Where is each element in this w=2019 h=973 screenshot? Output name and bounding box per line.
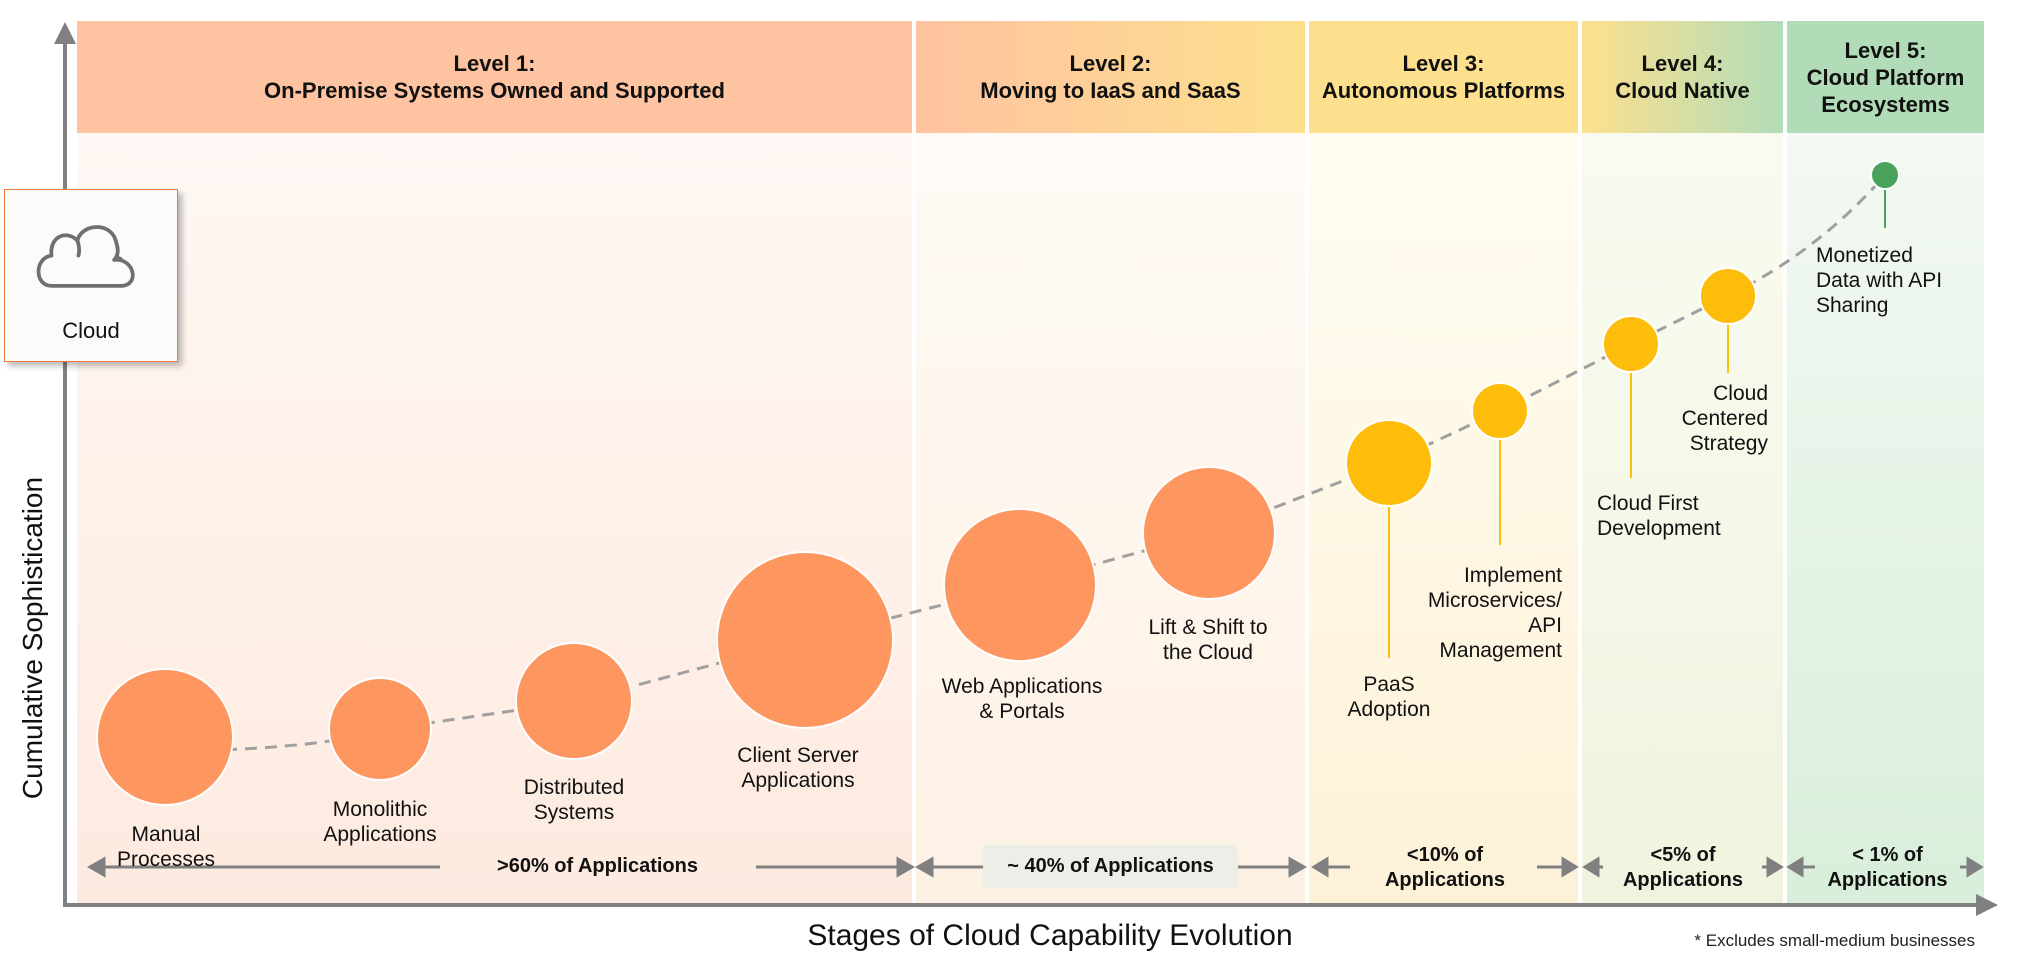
x-axis-title: Stages of Cloud Capability Evolution	[807, 919, 1293, 952]
share-level2: ~ 40% of Applications	[983, 845, 1238, 888]
label-cloud-centered: Cloud Centered Strategy	[1681, 382, 1768, 455]
label-monolithic-applications: Monolithic Applications	[323, 798, 437, 846]
trend-line	[164, 174, 1887, 754]
arrow-right-l5	[1966, 856, 1984, 878]
bubble-web-applications	[943, 508, 1097, 662]
share-level3: <10% of Applications	[1384, 844, 1505, 891]
arrow-right-l1	[896, 856, 916, 878]
label-client-server: Client Server Applications	[737, 744, 859, 792]
arrow-right-l4	[1766, 856, 1784, 878]
y-axis-title: Cumulative Sophistication	[17, 476, 48, 800]
bubble-manual-processes	[96, 668, 234, 806]
share-level5: < 1% of Applications	[1827, 844, 1948, 891]
y-axis-arrowhead	[54, 22, 76, 44]
share-level1: >60% of Applications	[497, 855, 698, 877]
bubble-paas-adoption	[1345, 419, 1433, 507]
footnote: * Excludes small-medium businesses	[1694, 931, 1975, 950]
arrow-left-l3	[1311, 856, 1329, 878]
label-cloud-first: Cloud First Development	[1597, 492, 1721, 540]
label-distributed-systems: Distributed Systems	[523, 776, 625, 824]
bubble-microservices	[1471, 382, 1529, 440]
arrow-left-l5	[1786, 856, 1804, 878]
arrow-left-l2	[914, 856, 934, 878]
bubble-monetized-data	[1870, 160, 1900, 190]
label-monetized-data: Monetized Data with API Sharing	[1816, 244, 1943, 317]
cloud-icon	[36, 225, 135, 288]
share-level4: <5% of Applications	[1622, 844, 1743, 891]
label-paas-adoption: PaaS Adoption	[1347, 673, 1431, 721]
legend-cloud-label: Cloud	[62, 318, 120, 343]
label-manual-processes: Manual Processes	[116, 823, 216, 871]
label-microservices: Implement Microservices/API Management	[1427, 564, 1562, 662]
label-lift-and-shift: Lift & Shift to the Cloud	[1148, 616, 1268, 664]
bubble-cloud-first	[1602, 315, 1660, 373]
bubble-lift-and-shift	[1142, 466, 1276, 600]
label-web-applications: Web Applications & Portals	[941, 675, 1103, 723]
arrow-left-l4	[1582, 856, 1600, 878]
legend-cloud-box: Cloud	[4, 189, 178, 362]
arrow-right-l2	[1288, 856, 1308, 878]
x-axis-arrowhead	[1976, 894, 1998, 916]
bubble-monolithic-applications	[328, 677, 432, 781]
bubble-cloud-centered	[1699, 267, 1757, 325]
bubble-distributed-systems	[515, 642, 633, 760]
bubble-client-server	[716, 551, 894, 729]
arrow-right-l3	[1561, 856, 1579, 878]
